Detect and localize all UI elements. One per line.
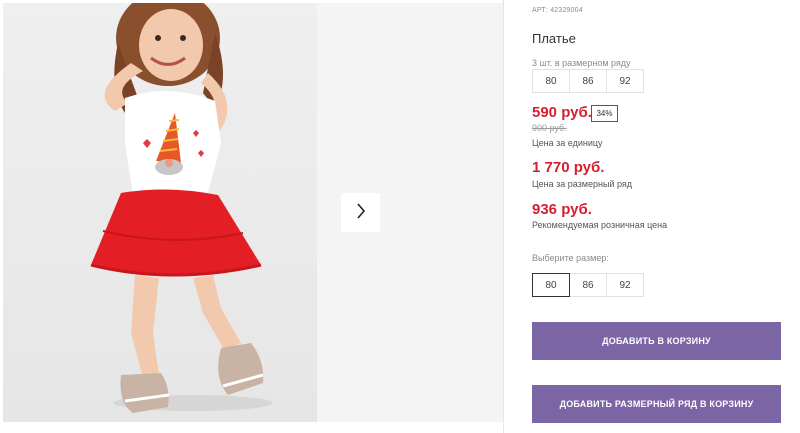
chevron-right-icon [356,203,366,222]
girl-in-dress-image [90,3,273,413]
recommended-price: 936 руб. [532,201,592,218]
recommended-price-note: Рекомендуемая розничная цена [532,220,668,230]
unit-price-note: Цена за единицу [532,138,603,148]
product-gallery [0,0,503,433]
add-series-to-cart-button[interactable]: ДОБАВИТЬ РАЗМЕРНЫЙ РЯД В КОРЗИНУ [532,385,781,423]
series-size: 80 [532,69,570,93]
size-option-86[interactable]: 86 [569,273,607,297]
add-to-cart-button[interactable]: ДОБАВИТЬ В КОРЗИНУ [532,322,781,360]
series-price-note: Цена за размерный ряд [532,179,633,189]
product-title: Платье [532,31,576,46]
current-price: 590 руб. [532,104,592,121]
article-number: АРТ: 42329004 [532,7,583,14]
series-size: 92 [606,69,644,93]
series-sizes: 80 86 92 [532,69,644,93]
series-label: 3 шт. в размерном ряду [532,58,631,68]
series-price: 1 770 руб. [532,159,605,176]
series-size: 86 [569,69,607,93]
size-option-92[interactable]: 92 [606,273,644,297]
column-divider [503,0,504,433]
next-image-button[interactable] [341,193,380,232]
discount-badge: 34% [591,105,618,122]
size-option-80[interactable]: 80 [532,273,570,297]
choose-size-label: Выберите размер: [532,253,609,263]
product-photo [3,3,317,422]
old-price: 900 руб. [532,123,567,133]
size-picker: 80 86 92 [532,273,644,297]
